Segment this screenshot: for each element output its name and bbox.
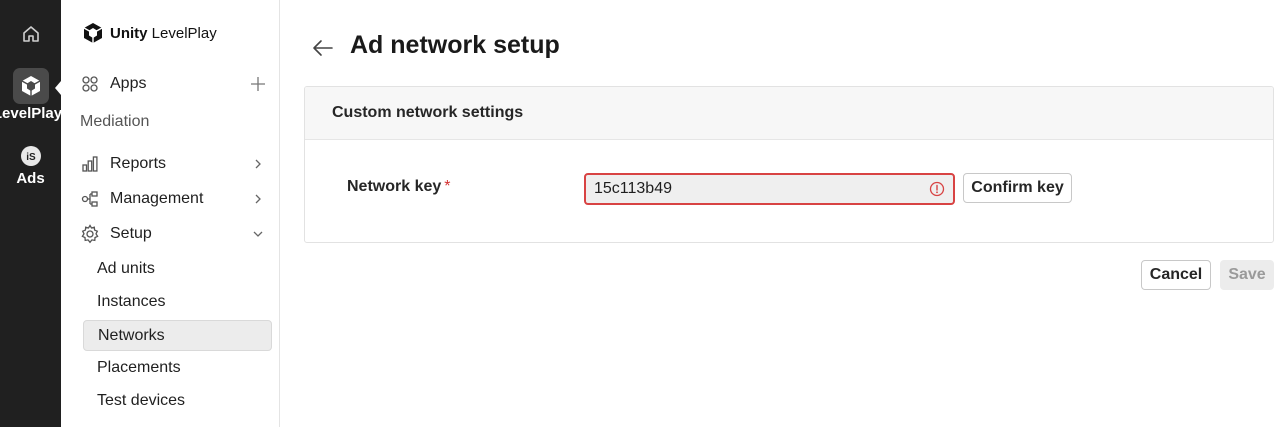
network-key-label-text: Network key: [347, 178, 442, 195]
save-button[interactable]: Save: [1220, 260, 1274, 290]
rail-ads[interactable]: iS Ads: [0, 145, 61, 187]
network-key-label: Network key *: [347, 178, 451, 196]
sidebar: Unity LevelPlay Apps Mediation Reports M…: [61, 0, 280, 427]
cancel-button[interactable]: Cancel: [1141, 260, 1211, 290]
sidebar-item-setup[interactable]: Setup: [80, 220, 266, 248]
levelplay-tile: [12, 68, 49, 104]
brand-name: Unity LevelPlay: [110, 25, 217, 42]
sidebar-item-setup-label: Setup: [110, 225, 152, 242]
error-icon: [929, 181, 945, 197]
rail-ads-label: Ads: [16, 170, 45, 187]
sidebar-item-apps-label: Apps: [110, 75, 147, 92]
rail-levelplay-label: LevelPlay: [0, 105, 61, 122]
gear-icon: [80, 224, 100, 244]
page-title: Ad network setup: [350, 31, 560, 59]
ironsource-icon: iS: [20, 146, 41, 166]
sidebar-subitem-test-devices[interactable]: Test devices: [83, 385, 272, 416]
svg-text:iS: iS: [26, 152, 36, 163]
sidebar-subitem-placements[interactable]: Placements: [83, 352, 272, 383]
app-root: LevelPlay iS Ads Unity LevelPlay: [0, 0, 1282, 427]
unity-logo-icon: [83, 23, 103, 43]
sidebar-subitem-networks[interactable]: Networks: [83, 320, 272, 351]
rail-levelplay[interactable]: LevelPlay: [0, 68, 61, 122]
network-key-input-wrapper: [584, 173, 955, 205]
back-arrow-icon[interactable]: [311, 36, 335, 60]
sidebar-subitem-ad-units[interactable]: Ad units: [83, 253, 272, 284]
brand-name-bold: Unity: [110, 24, 148, 42]
required-marker: *: [444, 178, 451, 195]
section-mediation: Mediation: [80, 113, 150, 130]
chevron-down-icon: [250, 226, 266, 242]
sidebar-item-reports[interactable]: Reports: [80, 150, 266, 178]
chevron-right-icon: [250, 156, 266, 172]
confirm-key-button[interactable]: Confirm key: [963, 173, 1072, 203]
sidebar-item-management[interactable]: Management: [80, 185, 266, 213]
sidebar-subitem-instances[interactable]: Instances: [83, 286, 272, 317]
sidebar-item-management-label: Management: [110, 190, 204, 207]
sidebar-item-apps[interactable]: Apps: [80, 70, 266, 98]
unity-levelplay-logo[interactable]: Unity LevelPlay: [82, 22, 217, 44]
chevron-right-icon: [250, 191, 266, 207]
home-icon: [22, 26, 39, 42]
unity-cube-icon: [21, 76, 40, 96]
sidebar-item-reports-label: Reports: [110, 155, 167, 172]
left-rail: LevelPlay iS Ads: [0, 0, 61, 427]
hierarchy-icon: [80, 189, 100, 209]
network-key-input[interactable]: [594, 180, 929, 198]
custom-network-settings-card: Custom network settings Network key *: [304, 86, 1274, 243]
rail-home[interactable]: [0, 20, 61, 48]
card-title: Custom network settings: [305, 87, 1273, 140]
apps-grid-icon: [80, 74, 100, 94]
brand-name-light: LevelPlay: [151, 24, 217, 42]
add-app-icon[interactable]: [250, 76, 266, 92]
main-content: Ad network setup Custom network settings…: [280, 0, 1282, 427]
bar-chart-icon: [80, 154, 100, 174]
